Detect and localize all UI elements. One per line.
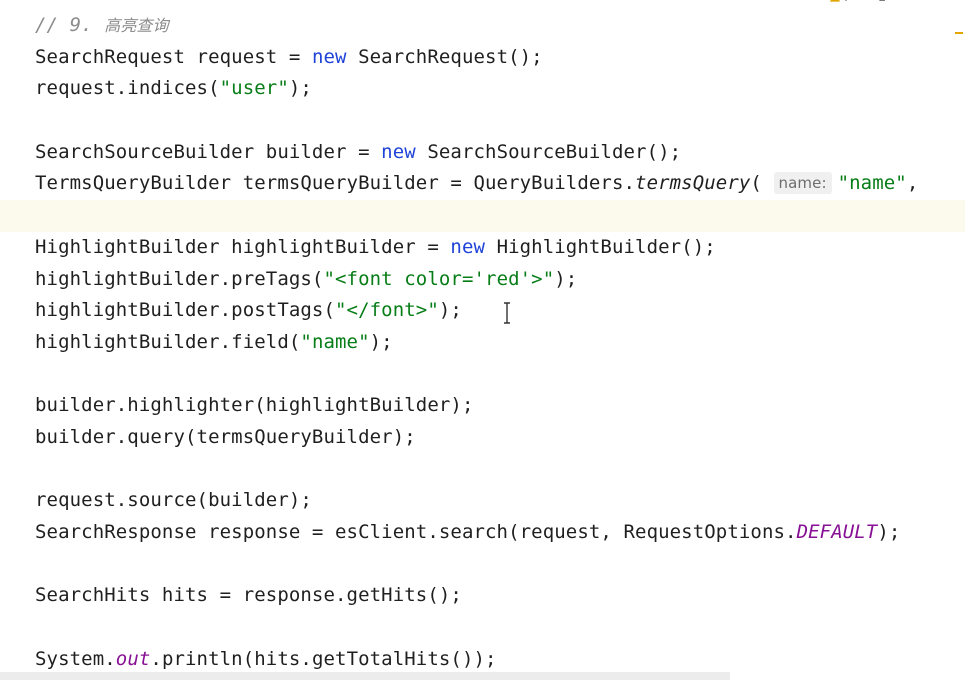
static-field: out: [115, 647, 151, 670]
comment-text: // 9.: [35, 14, 105, 36]
code-line-20[interactable]: [35, 612, 965, 644]
code-line-15[interactable]: [35, 454, 965, 486]
code-text: highlightBuilder.postTags(: [35, 299, 336, 322]
code-text: ,: [906, 172, 919, 195]
code-text: HighlightBuilder highlightBuilder =: [35, 235, 451, 258]
code-text: SearchRequest();: [346, 45, 543, 68]
code-line-9[interactable]: highlightBuilder.preTags("<font color='r…: [35, 264, 965, 296]
code-line-12[interactable]: [35, 359, 965, 391]
warnings-count: 7: [843, 0, 851, 3]
code-text: );: [288, 77, 312, 100]
chevron-up-icon[interactable]: ⌃: [900, 0, 910, 7]
code-line-6[interactable]: TermsQueryBuilder termsQueryBuilder = Qu…: [35, 168, 965, 200]
string-literal: "</font>": [335, 299, 439, 322]
weak-warning-icon: ✗: [865, 0, 876, 3]
method-italic: termsQuery: [635, 172, 751, 195]
code-text: SearchSourceBuilder builder =: [35, 140, 382, 163]
code-line-4[interactable]: [35, 105, 965, 137]
code-line-8[interactable]: HighlightBuilder highlightBuilder = new …: [35, 232, 965, 264]
code-line-17[interactable]: SearchResponse response = esClient.searc…: [35, 517, 965, 549]
keyword-new: new: [381, 140, 416, 163]
code-line-13[interactable]: builder.highlighter(highlightBuilder);: [35, 390, 965, 422]
code-line-11[interactable]: highlightBuilder.field("name");: [35, 327, 965, 359]
code-line-5[interactable]: SearchSourceBuilder builder = new Search…: [35, 137, 965, 169]
code-line-18[interactable]: [35, 549, 965, 581]
weak-warnings-count: 2: [879, 0, 887, 3]
code-text: SearchSourceBuilder();: [415, 140, 682, 163]
code-line-19[interactable]: SearchHits hits = response.getHits();: [35, 580, 965, 612]
keyword-new: new: [311, 45, 347, 68]
code-text: System.: [35, 647, 116, 670]
string-literal: "<font color='red'>": [323, 267, 555, 290]
warning-triangle-icon: ▲: [830, 0, 840, 3]
string-literal: "name": [300, 330, 370, 353]
code-line-16[interactable]: request.source(builder);: [35, 485, 965, 517]
code-text: HighlightBuilder();: [485, 235, 716, 258]
comment-cjk-text: 高亮查询: [104, 16, 169, 35]
code-line-1[interactable]: // 9. 高亮查询: [35, 10, 965, 42]
code-text: (: [750, 172, 774, 195]
code-line-7-current[interactable]: [0, 200, 965, 232]
code-text: SearchHits hits = response.getHits();: [35, 584, 462, 607]
code-text: builder.query(termsQueryBuilder);: [35, 425, 416, 448]
code-text: highlightBuilder.field(: [35, 330, 301, 353]
code-text: builder.highlighter(highlightBuilder);: [35, 394, 474, 417]
code-text: request.indices(: [35, 77, 220, 100]
code-text: highlightBuilder.preTags(: [35, 267, 324, 290]
static-field: DEFAULT: [796, 521, 878, 543]
warnings-indicator[interactable]: ▲ 7: [830, 0, 851, 3]
keyword-new: new: [450, 235, 486, 258]
code-text: SearchResponse response = esClient.searc…: [35, 521, 797, 543]
code-line-21[interactable]: System.out.println(hits.getTotalHits());: [35, 644, 965, 676]
code-text: .println(hits.getTotalHits());: [150, 647, 497, 670]
code-text: TermsQueryBuilder termsQueryBuilder = Qu…: [35, 172, 636, 195]
code-text: SearchRequest request =: [35, 45, 312, 68]
code-text: );: [554, 267, 578, 290]
string-literal: "name": [837, 172, 907, 195]
parameter-hint: name:: [773, 172, 832, 195]
code-text: );: [438, 299, 462, 322]
code-line-3[interactable]: request.indices("user");: [35, 73, 965, 105]
code-text: );: [369, 330, 393, 353]
weak-warnings-indicator[interactable]: ✗ 2: [865, 0, 887, 3]
code-text: request.source(builder);: [35, 489, 312, 512]
code-area[interactable]: // 9. 高亮查询 SearchRequest request = new S…: [0, 10, 965, 676]
code-editor[interactable]: ▲ 7 ✗ 2 ⌃ // 9. 高亮查询 SearchRequest reque…: [0, 0, 965, 680]
code-line-14[interactable]: builder.query(termsQueryBuilder);: [35, 422, 965, 454]
string-literal: "user": [219, 77, 289, 100]
text-cursor-icon: [504, 302, 510, 324]
code-line-10[interactable]: highlightBuilder.postTags("</font>");: [35, 295, 965, 327]
code-line-2[interactable]: SearchRequest request = new SearchReques…: [35, 42, 965, 74]
code-text: );: [877, 521, 901, 543]
horizontal-scrollbar[interactable]: [0, 672, 730, 680]
